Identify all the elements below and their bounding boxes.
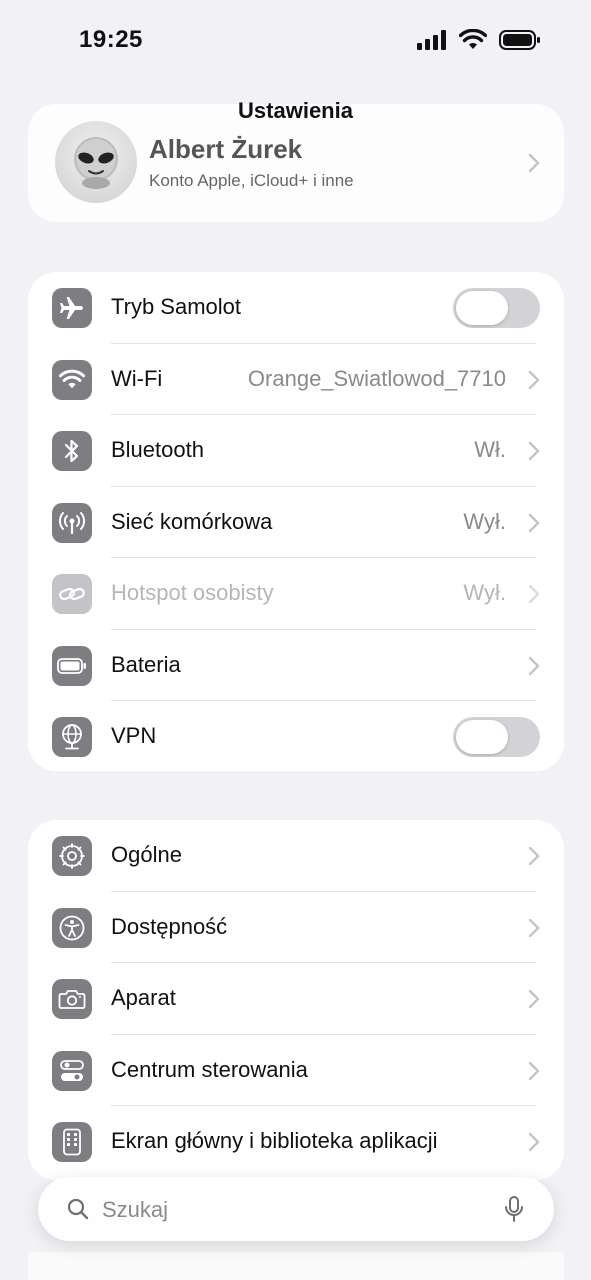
account-subtitle: Konto Apple, iCloud+ i inne xyxy=(149,171,354,190)
settings-row-camera[interactable]: Aparat xyxy=(28,963,564,1035)
chevron-right-icon xyxy=(528,989,540,1009)
wifi-status-icon xyxy=(459,29,487,49)
camera-icon xyxy=(52,979,92,1019)
chevron-right-icon xyxy=(528,584,540,604)
airplane-mode-toggle[interactable] xyxy=(453,288,540,328)
status-bar: 19:25 xyxy=(0,0,591,80)
chevron-right-icon xyxy=(528,1061,540,1080)
toggle-knob xyxy=(456,720,508,754)
home-screen-icon xyxy=(52,1122,92,1162)
control-center-icon xyxy=(52,1050,92,1091)
toggle-knob xyxy=(456,291,508,325)
row-label: Wi-Fi xyxy=(111,365,163,391)
gear-icon xyxy=(52,836,92,876)
cellular-value: Wył. xyxy=(463,508,506,534)
chevron-right-icon xyxy=(528,370,540,389)
settings-row-control-center[interactable]: Centrum sterowania xyxy=(28,1035,564,1106)
row-label: Bateria xyxy=(111,651,181,677)
row-label: Tryb Samolot xyxy=(111,294,242,319)
bluetooth-value: Wł. xyxy=(474,437,506,462)
chevron-right-icon xyxy=(528,656,540,675)
battery-icon xyxy=(52,645,92,686)
signal-icon xyxy=(417,30,446,50)
microphone-icon[interactable] xyxy=(504,1195,524,1223)
search-icon xyxy=(67,1198,89,1220)
connectivity-group: Tryb Samolot Wi-Fi Orange_Swiatlowod_771… xyxy=(28,272,564,771)
battery-status-icon xyxy=(499,30,540,50)
page-title: Ustawienia xyxy=(238,98,353,123)
settings-row-bluetooth[interactable]: Bluetooth Wł. xyxy=(28,415,564,487)
row-label: Dostępność xyxy=(111,913,228,939)
settings-row-battery[interactable]: Bateria xyxy=(28,630,564,701)
alien-memoji-icon xyxy=(74,137,118,189)
settings-row-wifi[interactable]: Wi-Fi Orange_Swiatlowod_7710 xyxy=(28,344,564,415)
airplane-icon xyxy=(52,288,92,328)
chevron-right-icon xyxy=(528,441,540,461)
chevron-right-icon xyxy=(528,153,540,173)
row-label: Centrum sterowania xyxy=(111,1056,308,1082)
hotspot-value: Wył. xyxy=(463,580,506,605)
row-label: VPN xyxy=(111,723,157,748)
row-label: Ekran główny i biblioteka aplikacji xyxy=(111,1128,438,1153)
avatar xyxy=(55,121,137,203)
settings-row-personal-hotspot[interactable]: Hotspot osobisty Wył. xyxy=(28,558,564,630)
cellular-icon xyxy=(52,502,92,543)
settings-row-airplane-mode: Tryb Samolot xyxy=(28,272,564,344)
row-label: Aparat xyxy=(111,985,176,1010)
status-icons xyxy=(417,28,541,52)
settings-row-general[interactable]: Ogólne xyxy=(28,820,564,892)
search-placeholder: Szukaj xyxy=(102,1197,169,1222)
vpn-toggle[interactable] xyxy=(453,717,540,757)
row-label: Ogólne xyxy=(111,842,182,867)
settings-row-accessibility[interactable]: Dostępność xyxy=(28,892,564,963)
search-bar[interactable]: Szukaj xyxy=(38,1177,554,1241)
accessibility-icon xyxy=(52,907,92,948)
wifi-network-value: Orange_Swiatlowod_7710 xyxy=(247,365,506,391)
row-label: Sieć komórkowa xyxy=(111,508,273,534)
vpn-globe-icon xyxy=(52,717,92,757)
chevron-right-icon xyxy=(528,846,540,866)
status-time: 19:25 xyxy=(79,26,143,53)
chevron-right-icon xyxy=(528,513,540,532)
row-label: Hotspot osobisty xyxy=(111,580,274,605)
chevron-right-icon xyxy=(528,918,540,937)
partially-hidden-row xyxy=(28,1252,564,1280)
account-name: Albert Żurek xyxy=(149,134,303,164)
hotspot-icon xyxy=(52,574,92,614)
general-settings-group: Ogólne Dostępność Aparat Centrum sterowa… xyxy=(28,820,564,1180)
bluetooth-icon xyxy=(52,431,92,471)
settings-row-home-screen[interactable]: Ekran główny i biblioteka aplikacji xyxy=(28,1106,564,1178)
chevron-right-icon xyxy=(528,1132,540,1152)
settings-row-vpn: VPN xyxy=(28,701,564,771)
row-label: Bluetooth xyxy=(111,437,204,462)
settings-row-cellular[interactable]: Sieć komórkowa Wył. xyxy=(28,487,564,558)
wifi-icon xyxy=(52,359,92,400)
